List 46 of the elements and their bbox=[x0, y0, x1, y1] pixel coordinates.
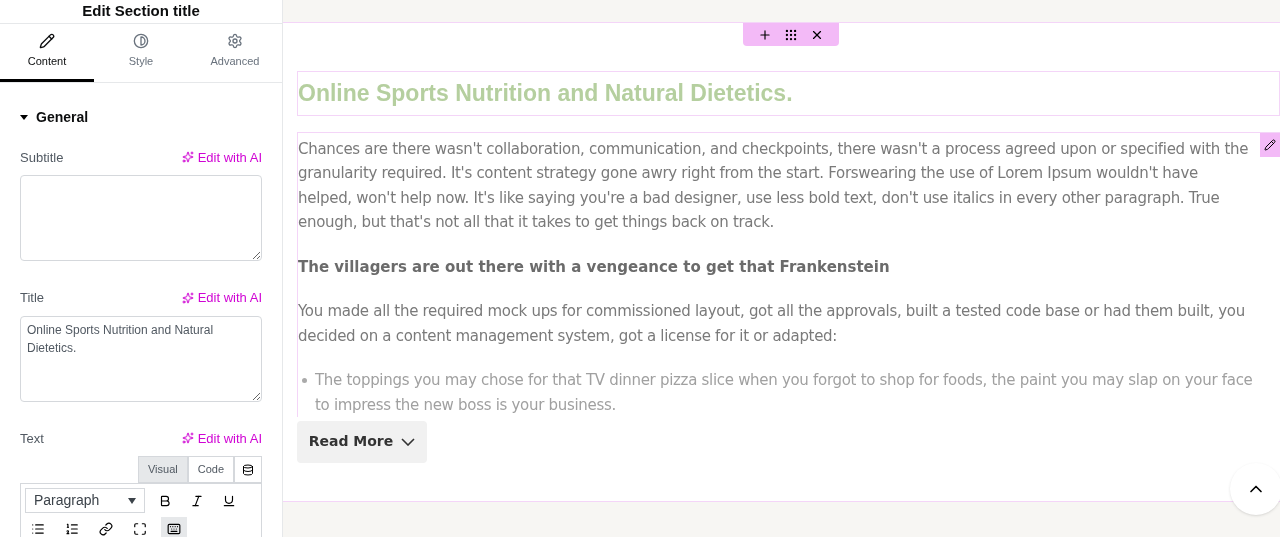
sparkle-icon bbox=[181, 432, 194, 445]
contrast-icon bbox=[133, 32, 149, 49]
editor-mode-tab[interactable]: Code bbox=[187, 456, 234, 483]
body-paragraph: You made all the required mock ups for commissioned layout, got all the approvals, built a tested code base or had them built, you decided on a content management system, got a license for it or adapted: bbox=[298, 301, 1246, 347]
panel-tab[interactable]: Content bbox=[0, 23, 94, 82]
read-more-button[interactable]: Read More bbox=[297, 420, 427, 463]
fullscreen-icon bbox=[133, 522, 147, 536]
editor-mode-tab[interactable]: Visual bbox=[137, 456, 188, 483]
underline-icon bbox=[222, 493, 236, 508]
field-label: Text bbox=[20, 429, 44, 448]
panel-tab[interactable]: Advanced bbox=[188, 23, 282, 82]
edit-with-ai-button[interactable]: Edit with AI bbox=[181, 147, 262, 167]
text-area[interactable]: Online Sports Nutrition and Natural Dietetics. bbox=[20, 315, 262, 402]
caret-icon bbox=[20, 114, 28, 120]
section-toggle[interactable]: General bbox=[20, 106, 89, 128]
link-icon bbox=[99, 522, 113, 536]
edit-with-ai-button[interactable]: Edit with AI bbox=[181, 288, 262, 308]
drag-handle-icon[interactable] bbox=[784, 27, 798, 42]
sparkle-icon bbox=[181, 151, 194, 164]
database-icon bbox=[242, 463, 254, 476]
add-icon[interactable] bbox=[758, 27, 772, 42]
edit-pencil-button[interactable] bbox=[1260, 132, 1280, 157]
pencil-icon bbox=[1264, 138, 1276, 151]
format-dropdown[interactable]: Paragraph bbox=[25, 488, 145, 513]
dropdown-caret-icon bbox=[128, 497, 136, 504]
bullet-icon bbox=[302, 378, 307, 383]
field-label: Title bbox=[20, 289, 45, 307]
keyboard-icon bbox=[167, 522, 181, 536]
italic-icon bbox=[190, 493, 204, 508]
section-heading: Online Sports Nutrition and Natural Dietetics. bbox=[297, 71, 1280, 116]
numbered-list-icon bbox=[65, 522, 79, 536]
toolbar-button[interactable] bbox=[161, 517, 187, 537]
body-paragraph: Chances are there wasn't collaboration, communication, and checkpoints, there wasn't a process agreed upon or specified with the granularity required. It's content strategy gone awry right from the start. Forswearing the use of Lorem Ipsum wouldn't have helped, won't help now. It's like saying you're a bad designer, use less bold text, don't use italics in every other paragraph. True enough, but that's not all that it takes to get things back on track. bbox=[298, 138, 1250, 233]
bullet-list-icon bbox=[31, 522, 45, 536]
edit-with-ai-button[interactable]: Edit with AI bbox=[181, 428, 262, 448]
sparkle-icon bbox=[181, 291, 194, 304]
panel-tab[interactable]: Style bbox=[94, 23, 188, 82]
subheading: The villagers are out there with a vengeance to get that Frankenstein bbox=[298, 256, 891, 278]
gear-icon bbox=[227, 32, 243, 49]
bold-icon bbox=[158, 493, 172, 508]
panel-title: Edit Section title bbox=[82, 1, 200, 21]
field-label: Subtitle bbox=[20, 148, 64, 167]
chevron-down-icon bbox=[401, 437, 416, 446]
pencil-icon bbox=[39, 32, 55, 49]
list-item: The toppings you may chose for that TV dinner pizza slice when you forgot to shop for foods, the paint you may slap on your face to impress the new boss is your business. bbox=[315, 370, 1254, 416]
database-button[interactable] bbox=[234, 456, 262, 483]
